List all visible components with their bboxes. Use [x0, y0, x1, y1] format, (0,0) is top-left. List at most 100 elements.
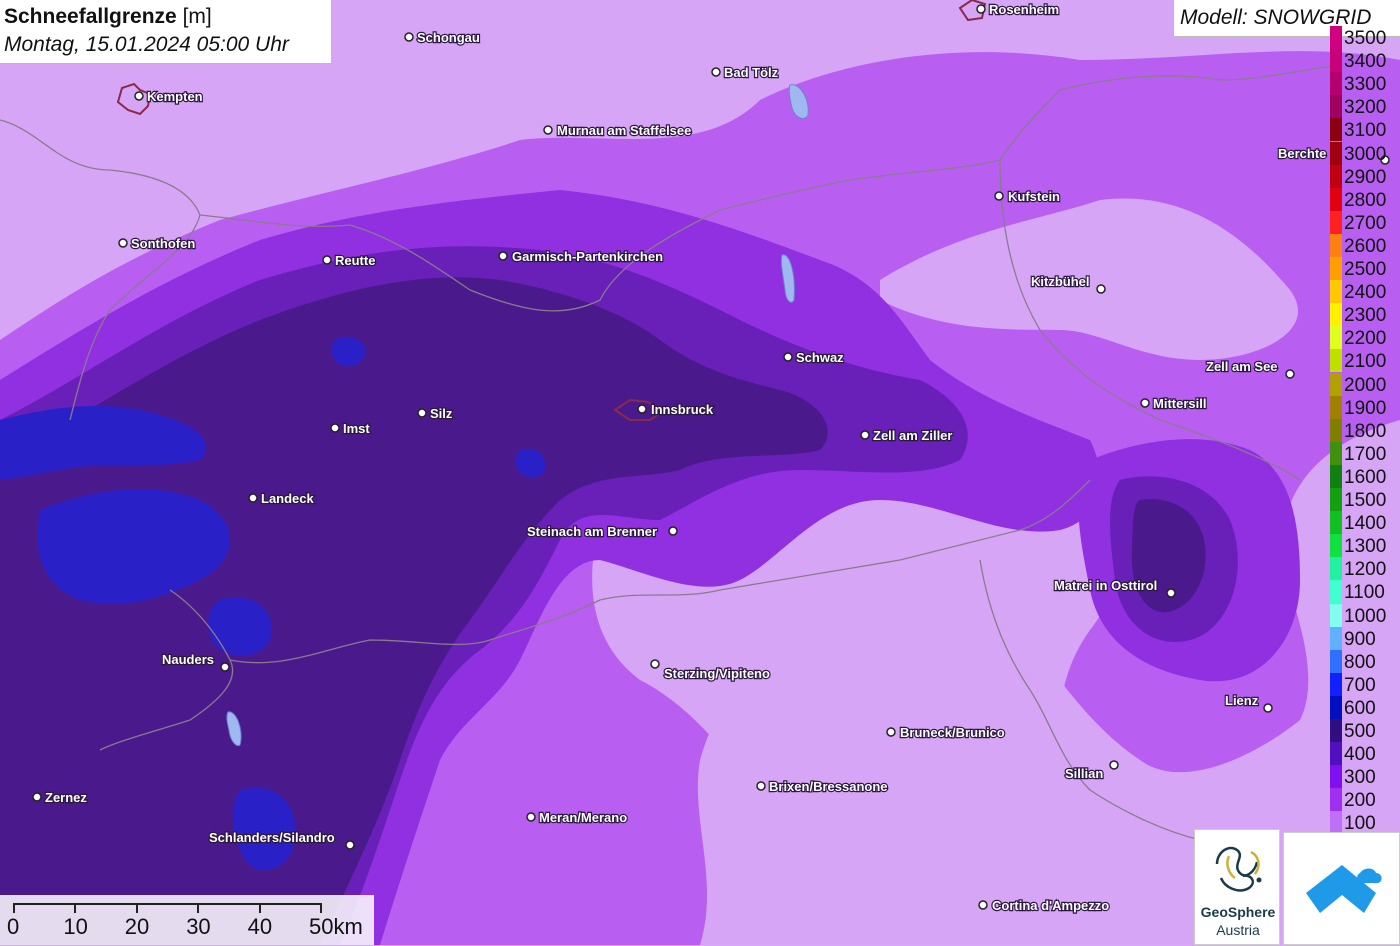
place-marker [1285, 369, 1295, 379]
legend-swatch [1330, 418, 1342, 442]
legend-swatch [1330, 464, 1342, 488]
legend-swatch [1330, 372, 1342, 396]
legend-swatch [1330, 765, 1342, 789]
legend-label: 3000 [1344, 143, 1387, 165]
place-bruneck[interactable]: Bruneck/Brunico [886, 724, 1006, 741]
color-legend: 3500 3400 3300 3200 3100 3000 2900 2800 2700 2600… [1328, 26, 1400, 835]
place-marker [650, 659, 660, 669]
legend-entry: 3000 [1328, 141, 1400, 165]
place-meran[interactable]: Meran/Merano [526, 809, 628, 826]
legend-label: 1000 [1344, 605, 1387, 627]
place-label-lienz: Lienz [1225, 693, 1259, 708]
place-marker [498, 251, 508, 261]
place-marker [220, 662, 230, 672]
place-brixen[interactable]: Brixen/Bressanone [756, 778, 889, 795]
legend-swatch [1330, 349, 1342, 373]
place-marker [32, 792, 42, 802]
legend-swatch [1330, 672, 1342, 696]
legend-label: 2200 [1344, 328, 1387, 350]
place-marker [711, 67, 721, 77]
place-garmisch[interactable]: Garmisch-Partenkirchen [498, 248, 664, 265]
place-schongau[interactable]: Schongau [404, 29, 481, 46]
place-sonthofen[interactable]: Sonthofen [118, 235, 197, 252]
legend-swatch [1330, 233, 1342, 257]
legend-entry: 900 [1328, 626, 1400, 650]
place-label-mittersill: Mittersill [1153, 396, 1206, 411]
place-label-zell-am-ziller: Zell am Ziller [873, 428, 952, 443]
place-label-reutte: Reutte [335, 253, 375, 268]
scale-bar-tick [258, 903, 261, 913]
legend-label: 2600 [1344, 235, 1387, 257]
place-label-kitzbuehel: Kitzbühel [1031, 274, 1090, 289]
scale-bar: 0 10 20 30 40 50km [0, 895, 374, 945]
scale-bar-label: 30 [186, 914, 211, 939]
legend-entry: 2500 [1328, 257, 1400, 280]
place-murnau[interactable]: Murnau am Staffelsee [543, 122, 693, 139]
map-title: Schneefallgrenze [m] [4, 5, 212, 29]
legend-swatch [1330, 187, 1342, 211]
legend-label: 3200 [1344, 97, 1387, 119]
legend-label: 3400 [1344, 51, 1387, 73]
geosphere-name: GeoSphere [1200, 904, 1276, 920]
legend-entry: 2400 [1328, 280, 1400, 304]
legend-label: 300 [1344, 767, 1376, 789]
place-label-meran: Meran/Merano [539, 810, 627, 825]
legend-label: 1700 [1344, 443, 1387, 465]
legend-entry: 3100 [1328, 118, 1400, 142]
place-marker [1166, 588, 1176, 598]
map-title-unit: [m] [182, 5, 212, 28]
place-label-sterzing: Sterzing/Vipiteno [664, 666, 770, 681]
legend-label: 1900 [1344, 397, 1387, 419]
place-label-imst: Imst [343, 421, 370, 436]
legend-label: 2100 [1344, 351, 1387, 373]
scale-bar-label: 40 [247, 914, 273, 939]
place-label-bad-toelz: Bad Tölz [724, 65, 779, 80]
place-zell-am-ziller[interactable]: Zell am Ziller [860, 427, 954, 444]
legend-swatch [1330, 488, 1342, 511]
legend-entry: 1300 [1328, 534, 1400, 558]
legend-entry: 3400 [1328, 49, 1400, 73]
legend-entry: 200 [1328, 788, 1400, 812]
legend-swatch [1330, 649, 1342, 673]
legend-swatch [1330, 811, 1342, 835]
place-steinach[interactable]: Steinach am Brenner [526, 523, 678, 540]
legend-swatch [1330, 210, 1342, 234]
legend-label: 1500 [1344, 490, 1387, 511]
legend-label: 1800 [1344, 420, 1387, 442]
place-label-silz: Silz [430, 406, 453, 421]
place-label-garmisch: Garmisch-Partenkirchen [512, 249, 663, 264]
place-label-sillian: Sillian [1065, 766, 1103, 781]
legend-label: 2300 [1344, 305, 1387, 327]
legend-swatch [1330, 326, 1342, 350]
legend-swatch [1330, 580, 1342, 604]
legend-entry: 3500 [1328, 26, 1400, 49]
legend-entry: 800 [1328, 649, 1400, 673]
legend-entry: 2800 [1328, 187, 1400, 211]
app-logo[interactable] [1283, 832, 1400, 945]
legend-label: 600 [1344, 697, 1376, 719]
place-marker [783, 352, 793, 362]
legend-swatch [1330, 257, 1342, 280]
legend-entry: 1500 [1328, 488, 1400, 511]
place-label-landeck: Landeck [261, 491, 315, 506]
place-label-kempten: Kempten [147, 89, 203, 104]
place-rosenheim[interactable]: Rosenheim [976, 1, 1060, 18]
legend-swatch [1330, 280, 1342, 304]
legend-entry: 2200 [1328, 326, 1400, 350]
place-marker [345, 840, 355, 850]
place-cortina[interactable]: Cortina d'Ampezzo [978, 897, 1110, 914]
legend-swatch [1330, 557, 1342, 581]
legend-label: 3300 [1344, 74, 1387, 96]
legend-swatch [1330, 603, 1342, 627]
snowfall-limit-map[interactable]: Schongau Rosenheim Kempten Bad Tölz Murn… [0, 0, 1400, 945]
place-marker [637, 404, 647, 414]
place-marker [668, 526, 678, 536]
legend-label: 1600 [1344, 466, 1387, 488]
geosphere-logo[interactable]: GeoSphere Austria [1194, 829, 1280, 945]
legend-entry: 1800 [1328, 418, 1400, 442]
place-label-cortina: Cortina d'Ampezzo [992, 898, 1109, 913]
scale-bar-tick [74, 903, 77, 913]
place-marker [886, 727, 896, 737]
scale-bar-label: 50km [309, 914, 363, 939]
legend-entry: 2100 [1328, 349, 1400, 373]
